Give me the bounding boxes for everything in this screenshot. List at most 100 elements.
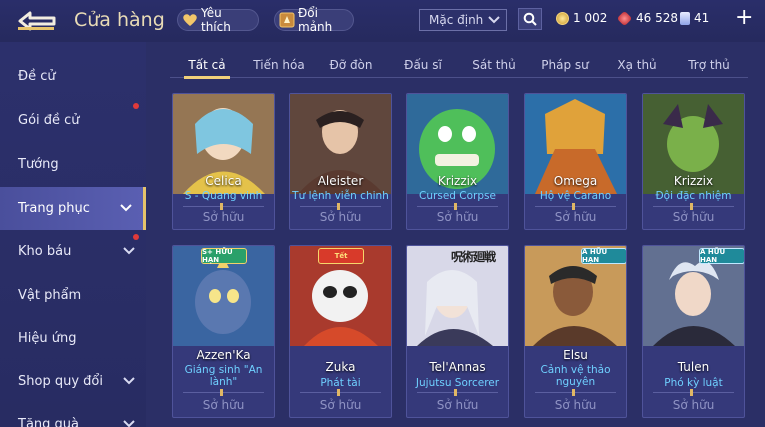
owned-status: Sở hữu — [672, 398, 715, 412]
ruby-balance: 46 528 — [616, 10, 678, 26]
ruby-icon — [616, 10, 633, 26]
chevron-down-icon — [120, 204, 132, 212]
shard-icon — [279, 12, 295, 28]
sort-dropdown[interactable]: Mặc định — [419, 9, 507, 31]
limited-badge: A HỮU HẠN — [581, 248, 626, 264]
add-currency-button[interactable]: + — [735, 7, 753, 30]
favorites-button[interactable]: Yêu thích — [177, 6, 259, 34]
hero-name: Tulen — [677, 360, 710, 374]
card-divider — [535, 203, 616, 210]
tab-fighter[interactable]: Đấu sĩ — [390, 52, 456, 78]
sidebar-item-label: Vật phẩm — [18, 288, 82, 303]
voucher-balance: 41 — [680, 11, 709, 25]
skin-name: Giáng sinh "An lành" — [184, 364, 263, 388]
notification-dot — [133, 234, 139, 240]
owned-status: Sở hữu — [202, 210, 245, 224]
sort-value: Mặc định — [429, 13, 484, 27]
card-divider — [653, 389, 734, 396]
card-divider — [300, 389, 381, 396]
skin-card[interactable]: Celica S - Quang vinh Sở hữu — [172, 93, 275, 230]
chevron-down-icon — [488, 16, 500, 24]
top-bar: Cửa hàng Yêu thích Đổi mảnh Mặc định 1 0… — [0, 0, 765, 42]
sidebar-item-effects[interactable]: Hiệu ứng — [0, 317, 146, 360]
skin-card[interactable]: Aleister Tư lệnh viễn chinh Sở hữu — [289, 93, 392, 230]
skin-name: Cursed Corpse — [419, 190, 496, 202]
owned-status: Sở hữu — [202, 398, 245, 412]
skin-card[interactable]: 呪術廻戦 Tel'Annas Jujutsu Sorcerer Sở hữu — [406, 245, 509, 418]
chevron-down-icon — [123, 247, 135, 255]
sidebar-item-featured[interactable]: Đề cử — [0, 55, 146, 98]
sidebar-item-label: Gói đề cử — [18, 113, 80, 128]
tab-support[interactable]: Trợ thủ — [676, 52, 742, 78]
hero-name: Azzen'Ka — [196, 348, 251, 362]
owned-status: Sở hữu — [319, 398, 362, 412]
back-button[interactable] — [16, 10, 58, 32]
tab-marksman[interactable]: Xạ thủ — [604, 52, 670, 78]
hero-name: Krizzix — [437, 174, 478, 188]
sidebar-item-treasure[interactable]: Kho báu — [0, 230, 146, 273]
sidebar-item-items[interactable]: Vật phẩm — [0, 274, 146, 317]
tab-assassin[interactable]: Sát thủ — [461, 52, 527, 78]
hero-name: Celica — [205, 174, 242, 188]
skin-card[interactable]: Krizzix Cursed Corpse Sở hữu — [406, 93, 509, 230]
page-title: Cửa hàng — [74, 9, 165, 31]
search-icon — [523, 12, 537, 26]
limited-badge: S+ HỮU HẠN — [201, 248, 247, 264]
shard-exchange-button[interactable]: Đổi mảnh — [274, 6, 354, 34]
card-divider — [535, 389, 616, 396]
skin-name: S - Quang vinh — [184, 190, 263, 202]
notification-dot — [133, 103, 139, 109]
gold-amount: 1 002 — [573, 11, 608, 25]
tab-all[interactable]: Tất cả — [174, 52, 240, 79]
skin-name: Phó kỳ luật — [664, 377, 723, 389]
skin-name: Hộ vệ Carano — [539, 190, 612, 202]
sidebar-item-label: Shop quy đổi — [18, 374, 103, 389]
shard-exchange-label: Đổi mảnh — [298, 6, 333, 34]
tab-tank[interactable]: Đỡ đòn — [318, 52, 384, 78]
hero-name: Zuka — [325, 360, 356, 374]
sidebar-item-heroes[interactable]: Tướng — [0, 143, 146, 186]
owned-status: Sở hữu — [554, 210, 597, 224]
anime-collab-banner: 呪術廻戦 — [451, 250, 496, 264]
voucher-icon — [680, 11, 690, 25]
chevron-down-icon — [123, 377, 135, 385]
back-arrow-icon — [18, 11, 56, 31]
card-divider — [653, 203, 734, 210]
owned-status: Sở hữu — [436, 210, 479, 224]
voucher-amount: 41 — [694, 11, 710, 25]
skin-card[interactable]: Tết Zuka Phát tài Sở hữu — [289, 245, 392, 418]
skin-card[interactable]: Omega Hộ vệ Carano Sở hữu — [524, 93, 627, 230]
gold-balance: 1 002 — [556, 11, 607, 25]
hero-name: Tel'Annas — [429, 360, 486, 374]
owned-status: Sở hữu — [319, 210, 362, 224]
skin-card[interactable]: A HỮU HẠN Tulen Phó kỳ luật Sở hữu — [642, 245, 745, 418]
sidebar-item-label: Trang phục — [18, 201, 90, 216]
skin-name: Đội đặc nhiệm — [655, 190, 732, 202]
event-badge: Tết — [318, 248, 364, 264]
heart-icon — [182, 12, 198, 28]
sidebar-item-featured-packs[interactable]: Gói đề cử — [0, 99, 146, 142]
tab-mage[interactable]: Pháp sư — [532, 52, 598, 78]
search-button[interactable] — [518, 8, 542, 30]
owned-status: Sở hữu — [672, 210, 715, 224]
favorites-label: Yêu thích — [201, 6, 231, 34]
tab-evolution[interactable]: Tiến hóa — [246, 52, 312, 78]
chevron-down-icon — [123, 420, 135, 427]
sidebar: Đề cử Gói đề cử Tướng Trang phục Kho báu… — [0, 42, 146, 427]
sidebar-item-label: Đề cử — [18, 69, 56, 84]
skin-card[interactable]: S+ HỮU HẠN Azzen'Ka Giáng sinh "An lành"… — [172, 245, 275, 418]
sidebar-item-skins[interactable]: Trang phục — [0, 187, 146, 230]
sidebar-item-gifts[interactable]: Tặng quà — [0, 403, 146, 427]
ruby-amount: 46 528 — [636, 11, 678, 25]
skin-card[interactable]: Krizzix Đội đặc nhiệm Sở hữu — [642, 93, 745, 230]
limited-badge: A HỮU HẠN — [699, 248, 744, 264]
owned-status: Sở hữu — [436, 398, 479, 412]
hero-name: Omega — [553, 174, 598, 188]
sidebar-item-label: Tướng — [18, 157, 59, 172]
card-divider — [183, 389, 264, 396]
sidebar-item-label: Tặng quà — [18, 417, 79, 427]
sidebar-item-exchange-shop[interactable]: Shop quy đổi — [0, 360, 146, 403]
skin-card[interactable]: A HỮU HẠN Elsu Cảnh vệ thảo nguyên Sở hữ… — [524, 245, 627, 418]
hero-name: Krizzix — [673, 174, 714, 188]
gold-coin-icon — [556, 11, 569, 25]
